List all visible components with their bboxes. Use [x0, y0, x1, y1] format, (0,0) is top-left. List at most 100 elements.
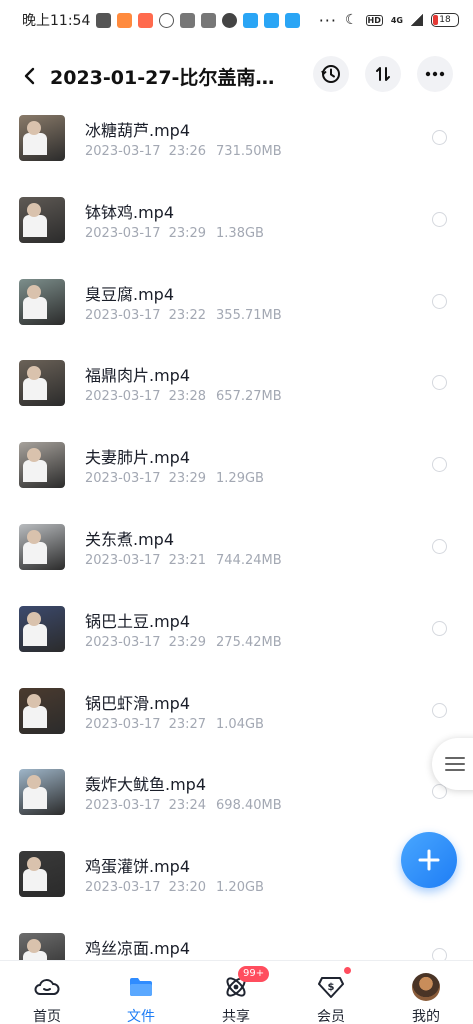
file-meta: 2023-03-17 23:29 1.29GB: [85, 471, 264, 486]
file-size: 1.38GB: [216, 225, 264, 241]
signal-icon: [411, 14, 423, 26]
menu-icon: [445, 757, 465, 771]
cloud-icon: [285, 12, 301, 28]
file-time: 23:29: [168, 471, 207, 487]
file-size: 1.04GB: [216, 716, 264, 732]
file-name: 轰炸大鱿鱼.mp4: [85, 775, 207, 795]
file-time: 23:22: [168, 307, 207, 323]
file-date: 2023-03-17: [85, 225, 161, 241]
file-row[interactable]: 臭豆腐.mp4 2023-03-17 23:22 355.71MB: [0, 264, 473, 346]
file-row[interactable]: 轰炸大鱿鱼.mp4 2023-03-17 23:24 698.40MB: [0, 754, 473, 836]
tab-files[interactable]: 文件: [94, 961, 188, 1024]
back-button[interactable]: [8, 54, 52, 98]
file-row[interactable]: 锅巴虾滑.mp4 2023-03-17 23:27 1.04GB: [0, 673, 473, 755]
status-time: 晚上11:54: [22, 13, 91, 29]
file-row[interactable]: 钵钵鸡.mp4 2023-03-17 23:29 1.38GB: [0, 182, 473, 264]
file-size: 657.27MB: [216, 389, 282, 405]
file-size: 1.20GB: [216, 880, 264, 896]
file-row[interactable]: 夫妻肺片.mp4 2023-03-17 23:29 1.29GB: [0, 427, 473, 509]
battery-level: 18: [439, 15, 451, 25]
file-row[interactable]: 鸡丝凉面.mp4: [0, 918, 473, 960]
file-meta: 2023-03-17 23:21 744.24MB: [85, 553, 282, 568]
select-checkbox[interactable]: [432, 375, 447, 391]
page-title: 2023-01-27-比尔盖南99...: [50, 66, 282, 89]
header: 2023-01-27-比尔盖南99...: [0, 52, 473, 100]
file-time: 23:26: [168, 144, 207, 159]
file-size: 1.29GB: [216, 471, 264, 487]
add-button[interactable]: [401, 832, 457, 888]
file-meta: 2023-03-17 23:24 698.40MB: [85, 798, 282, 813]
app-notification-icon: [180, 12, 196, 28]
file-row[interactable]: 福鼎肉片.mp4 2023-03-17 23:28 657.27MB: [0, 345, 473, 427]
file-time: 23:24: [168, 798, 207, 814]
select-checkbox[interactable]: [432, 293, 447, 309]
select-checkbox[interactable]: [432, 457, 447, 473]
select-checkbox[interactable]: [432, 948, 447, 960]
file-row[interactable]: 锅巴土豆.mp4 2023-03-17 23:29 275.42MB: [0, 591, 473, 673]
file-meta: 2023-03-17 23:28 657.27MB: [85, 389, 282, 404]
app-notification-icon: [138, 12, 154, 28]
app-notification-icon: [117, 12, 133, 28]
video-thumbnail: [19, 933, 65, 960]
tab-label: 我的: [412, 1009, 440, 1024]
tab-label: 会员: [317, 1009, 345, 1024]
alarm-icon: [159, 12, 175, 28]
file-date: 2023-03-17: [85, 553, 161, 568]
select-checkbox[interactable]: [432, 130, 447, 145]
video-thumbnail: [19, 687, 65, 734]
network-label: 4G: [390, 15, 403, 25]
file-date: 2023-03-17: [85, 144, 161, 159]
bottom-tab-bar: 首页 文件 99+ 共享 $ 会员 我的: [0, 960, 473, 1024]
file-size: 355.71MB: [216, 307, 282, 323]
file-date: 2023-03-17: [85, 307, 161, 323]
file-meta: 2023-03-17 23:26 731.50MB: [85, 144, 282, 159]
avatar: [412, 973, 440, 1001]
file-name: 鸡蛋灌饼.mp4: [85, 857, 191, 877]
folder-icon: [127, 973, 155, 1001]
svg-text:$: $: [328, 982, 335, 993]
tab-vip[interactable]: $ 会员: [284, 961, 378, 1024]
tab-share[interactable]: 99+ 共享: [189, 961, 283, 1024]
vip-icon: $: [317, 973, 345, 1001]
file-date: 2023-03-17: [85, 389, 161, 405]
file-row[interactable]: 关东煮.mp4 2023-03-17 23:21 744.24MB: [0, 509, 473, 591]
file-time: 23:27: [168, 716, 207, 732]
video-thumbnail: [19, 605, 65, 652]
more-button[interactable]: [417, 56, 453, 92]
moon-icon: ☾: [344, 12, 358, 28]
video-thumbnail: [19, 851, 65, 898]
tab-home[interactable]: 首页: [0, 961, 94, 1024]
select-checkbox[interactable]: [432, 702, 447, 718]
file-name: 关东煮.mp4: [85, 530, 175, 549]
file-meta: 2023-03-17 23:22 355.71MB: [85, 308, 282, 323]
file-time: 23:29: [168, 634, 207, 650]
file-row[interactable]: 鸡蛋灌饼.mp4 2023-03-17 23:20 1.20GB: [0, 836, 473, 918]
sort-button[interactable]: [365, 56, 401, 92]
tab-label: 共享: [222, 1009, 250, 1024]
tab-me[interactable]: 我的: [379, 961, 473, 1024]
chevron-left-icon: [24, 67, 35, 85]
select-checkbox[interactable]: [432, 620, 447, 636]
vip-notification-dot: [344, 967, 351, 974]
video-thumbnail: [19, 442, 65, 489]
sort-icon: [376, 67, 390, 81]
message-icon: [96, 12, 112, 28]
file-meta: 2023-03-17 23:20 1.20GB: [85, 880, 264, 895]
select-checkbox[interactable]: [432, 539, 447, 554]
history-button[interactable]: [313, 56, 349, 92]
file-time: 23:21: [168, 553, 207, 568]
file-list[interactable]: 冰糖葫芦.mp4 2023-03-17 23:26 731.50MB 钵钵鸡.mp4 20…: [0, 100, 473, 960]
select-checkbox[interactable]: [432, 211, 447, 227]
file-date: 2023-03-17: [85, 880, 161, 896]
file-size: 731.50MB: [216, 144, 282, 159]
file-meta: 2023-03-17 23:27 1.04GB: [85, 717, 264, 732]
file-name: 锅巴虾滑.mp4: [85, 693, 191, 713]
file-row[interactable]: 冰糖葫芦.mp4 2023-03-17 23:26 731.50MB: [0, 100, 473, 182]
file-meta: 2023-03-17 23:29 275.42MB: [85, 635, 282, 650]
file-time: 23:20: [168, 880, 207, 896]
file-name: 锅巴土豆.mp4: [85, 611, 191, 631]
file-date: 2023-03-17: [85, 634, 161, 650]
video-thumbnail: [19, 524, 65, 570]
file-time: 23:28: [168, 389, 207, 405]
history-icon: [321, 65, 340, 83]
